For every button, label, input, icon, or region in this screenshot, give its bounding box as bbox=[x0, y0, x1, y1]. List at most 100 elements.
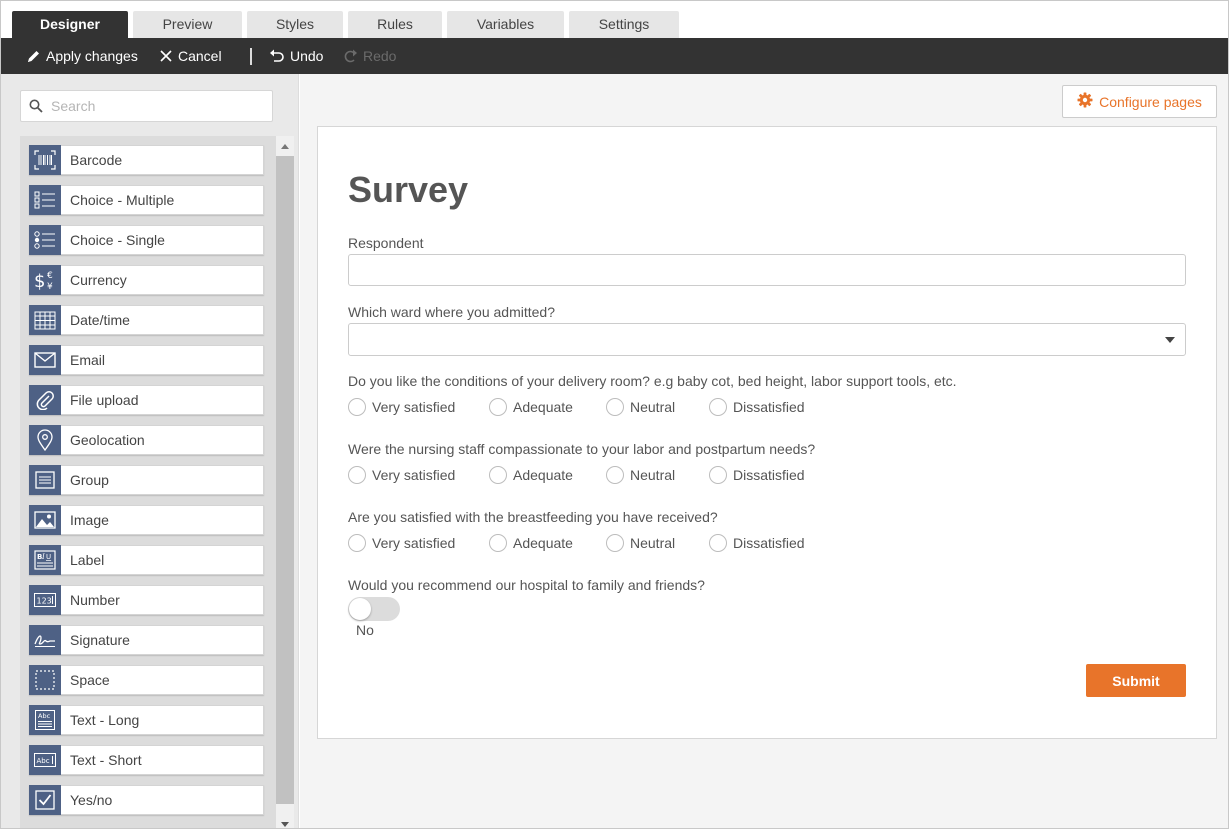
radio-circle bbox=[348, 466, 366, 484]
image-icon bbox=[29, 505, 61, 535]
palette-item-label: Space bbox=[70, 672, 110, 688]
palette-item-signature[interactable]: Signature bbox=[29, 625, 264, 655]
ward-question-label: Which ward where you admitted? bbox=[348, 304, 555, 320]
tab-styles[interactable]: Styles bbox=[247, 11, 343, 38]
text-long-icon: Abc bbox=[29, 705, 61, 735]
palette-item-text-long[interactable]: Abc Text - Long bbox=[29, 705, 264, 735]
palette-item-file-upload[interactable]: File upload bbox=[29, 385, 264, 415]
designer-canvas: Configure pages Survey Respondent Which … bbox=[300, 74, 1228, 828]
paperclip-icon bbox=[29, 385, 61, 415]
radio-adequate[interactable]: Adequate bbox=[489, 398, 573, 416]
palette-item-image[interactable]: Image bbox=[29, 505, 264, 535]
submit-button[interactable]: Submit bbox=[1086, 664, 1186, 697]
radio-label: Adequate bbox=[513, 535, 573, 551]
number-icon: 123 bbox=[29, 585, 61, 615]
palette-item-label: Yes/no bbox=[70, 792, 113, 808]
palette-item-choice-single[interactable]: Choice - Single bbox=[29, 225, 264, 255]
space-icon bbox=[29, 665, 61, 695]
tab-variables[interactable]: Variables bbox=[447, 11, 564, 38]
radio-label: Very satisfied bbox=[372, 535, 456, 551]
form-title: Survey bbox=[348, 169, 469, 210]
chevron-down-icon bbox=[1165, 337, 1175, 343]
palette-item-text-short[interactable]: Abc Text - Short bbox=[29, 745, 264, 775]
svg-text:¥: ¥ bbox=[47, 282, 53, 291]
redo-button[interactable]: Redo bbox=[342, 38, 396, 74]
tab-rules[interactable]: Rules bbox=[348, 11, 442, 38]
recommend-toggle-value: No bbox=[356, 622, 374, 638]
radio-circle bbox=[709, 534, 727, 552]
palette-scrollbar[interactable] bbox=[276, 136, 294, 828]
breastfeeding-radio-group: Very satisfied Adequate Neutral Dissatis… bbox=[348, 534, 1186, 554]
radio-circle bbox=[348, 398, 366, 416]
palette-item-yes-no[interactable]: Yes/no bbox=[29, 785, 264, 815]
scroll-down-arrow-icon[interactable] bbox=[276, 816, 294, 828]
apply-changes-label: Apply changes bbox=[46, 48, 138, 64]
scrollbar-thumb[interactable] bbox=[276, 156, 294, 804]
configure-pages-label: Configure pages bbox=[1099, 93, 1202, 110]
radio-dissatisfied[interactable]: Dissatisfied bbox=[709, 534, 805, 552]
radio-adequate[interactable]: Adequate bbox=[489, 534, 573, 552]
palette-item-label: Image bbox=[70, 512, 109, 528]
calendar-icon bbox=[29, 305, 61, 335]
scroll-up-arrow-icon[interactable] bbox=[276, 138, 294, 154]
radio-label: Neutral bbox=[630, 467, 676, 483]
group-icon bbox=[29, 465, 61, 495]
radio-label: Dissatisfied bbox=[733, 467, 805, 483]
radio-dissatisfied[interactable]: Dissatisfied bbox=[709, 466, 805, 484]
palette-item-currency[interactable]: $ € ¥ Currency bbox=[29, 265, 264, 295]
delivery-room-question-label: Do you like the conditions of your deliv… bbox=[348, 373, 957, 389]
palette-item-group[interactable]: Group bbox=[29, 465, 264, 495]
radio-label: Dissatisfied bbox=[733, 535, 805, 551]
palette-item-label: Number bbox=[70, 592, 120, 608]
barcode-icon bbox=[29, 145, 61, 175]
radio-label: Very satisfied bbox=[372, 467, 456, 483]
apply-changes-button[interactable]: Apply changes bbox=[26, 38, 138, 74]
ward-select[interactable] bbox=[348, 323, 1186, 356]
palette-item-number[interactable]: 123 Number bbox=[29, 585, 264, 615]
radio-neutral[interactable]: Neutral bbox=[606, 398, 675, 416]
palette-item-date-time[interactable]: Date/time bbox=[29, 305, 264, 335]
text-short-icon: Abc bbox=[29, 745, 61, 775]
tab-settings[interactable]: Settings bbox=[569, 11, 679, 38]
label-icon: BIU bbox=[29, 545, 61, 575]
palette-item-label: File upload bbox=[70, 392, 139, 408]
palette-item-label: Choice - Single bbox=[70, 232, 165, 248]
radio-circle bbox=[606, 466, 624, 484]
tab-designer[interactable]: Designer bbox=[12, 11, 128, 38]
cancel-button[interactable]: Cancel bbox=[159, 38, 222, 74]
radio-dissatisfied[interactable]: Dissatisfied bbox=[709, 398, 805, 416]
radio-circle bbox=[489, 534, 507, 552]
palette-item-label: Date/time bbox=[70, 312, 130, 328]
radio-neutral[interactable]: Neutral bbox=[606, 534, 675, 552]
radio-label: Adequate bbox=[513, 399, 573, 415]
control-palette-list: Barcode Choice - Multiple Choice - Singl… bbox=[20, 136, 276, 828]
form-preview-card: Survey Respondent Which ward where you a… bbox=[317, 126, 1217, 739]
configure-pages-button[interactable]: Configure pages bbox=[1062, 85, 1217, 118]
respondent-label: Respondent bbox=[348, 235, 424, 251]
map-pin-icon bbox=[29, 425, 61, 455]
palette-item-barcode[interactable]: Barcode bbox=[29, 145, 264, 175]
palette-item-label: Text - Short bbox=[70, 752, 142, 768]
form-designer-window: Designer Preview Styles Rules Variables … bbox=[0, 0, 1229, 829]
toolbar-divider bbox=[250, 48, 252, 65]
search-input[interactable] bbox=[51, 98, 261, 114]
palette-item-label[interactable]: BIU Label bbox=[29, 545, 264, 575]
palette-item-geolocation[interactable]: Geolocation bbox=[29, 425, 264, 455]
radio-neutral[interactable]: Neutral bbox=[606, 466, 675, 484]
palette-item-choice-multiple[interactable]: Choice - Multiple bbox=[29, 185, 264, 215]
radio-very-satisfied[interactable]: Very satisfied bbox=[348, 534, 455, 552]
recommend-toggle[interactable] bbox=[348, 597, 400, 621]
pencil-icon bbox=[26, 49, 41, 64]
svg-text:Abc: Abc bbox=[38, 712, 51, 720]
radio-very-satisfied[interactable]: Very satisfied bbox=[348, 466, 455, 484]
palette-item-email[interactable]: Email bbox=[29, 345, 264, 375]
respondent-input[interactable] bbox=[348, 254, 1186, 286]
radio-very-satisfied[interactable]: Very satisfied bbox=[348, 398, 455, 416]
undo-button[interactable]: Undo bbox=[269, 38, 323, 74]
radio-adequate[interactable]: Adequate bbox=[489, 466, 573, 484]
radio-circle bbox=[606, 534, 624, 552]
radio-label: Neutral bbox=[630, 399, 676, 415]
palette-item-space[interactable]: Space bbox=[29, 665, 264, 695]
radio-label: Very satisfied bbox=[372, 399, 456, 415]
tab-preview[interactable]: Preview bbox=[133, 11, 242, 38]
